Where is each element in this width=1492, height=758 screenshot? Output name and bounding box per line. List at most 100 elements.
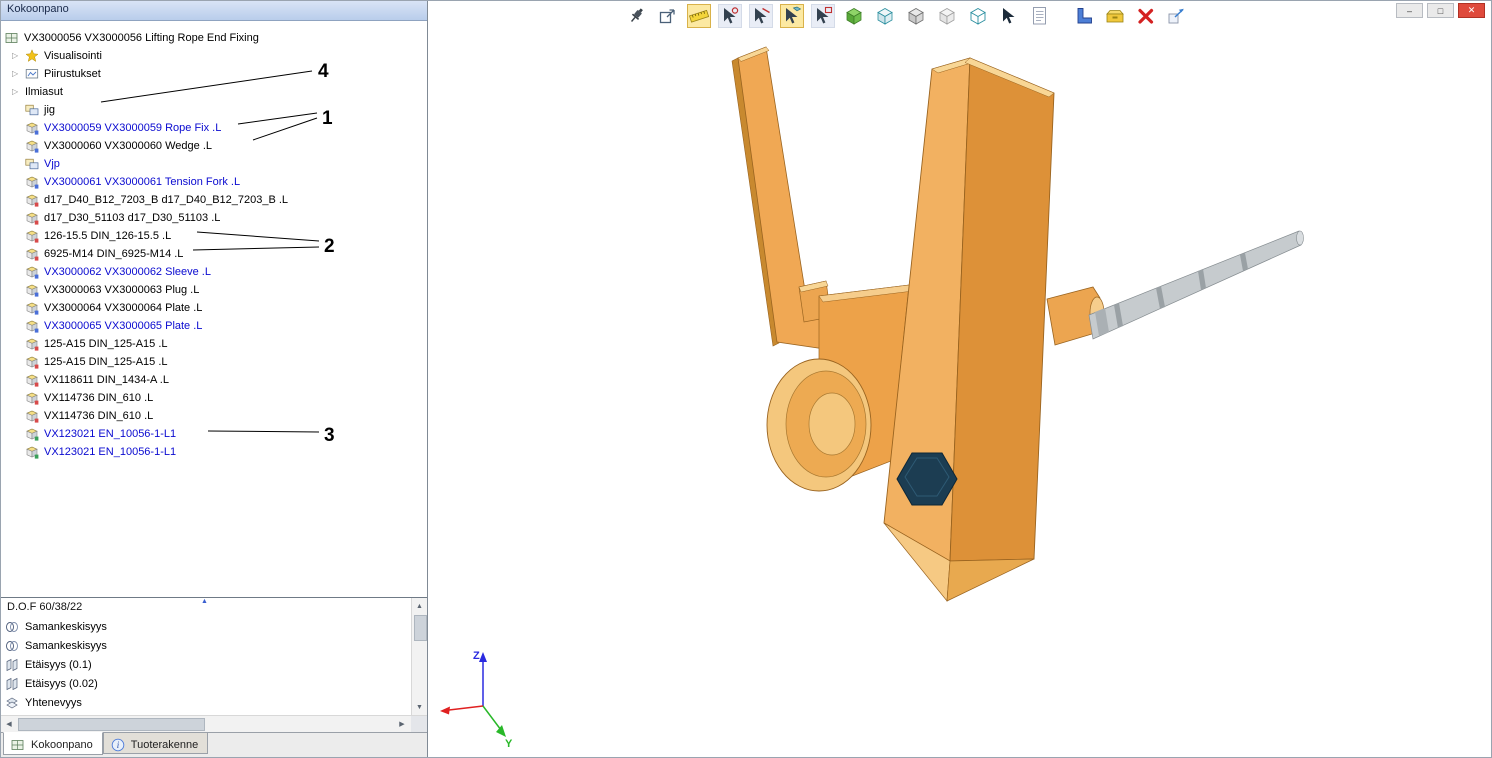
axis-z-label: Z <box>473 650 480 662</box>
shaded-edges-view-icon[interactable] <box>873 4 897 28</box>
coordinate-triad: Z Y <box>435 646 535 751</box>
tree-item[interactable]: VX3000059 VX3000059 Rope Fix .L <box>1 119 427 137</box>
tree-item[interactable]: 6925-M14 DIN_6925-M14 .L <box>1 245 427 263</box>
select-edge-icon[interactable] <box>749 4 773 28</box>
tree-item[interactable]: VX3000061 VX3000061 Tension Fork .L <box>1 173 427 191</box>
scroll-up-button[interactable]: ▲ <box>412 598 427 614</box>
hidden-lines-view-icon[interactable] <box>904 4 928 28</box>
tree-item-label: VX3000056 VX3000056 Lifting Rope End Fix… <box>24 32 259 44</box>
constraint-item[interactable]: Samankeskisyys <box>1 636 427 655</box>
constraint-label: Samankeskisyys <box>25 640 107 652</box>
tab-label: Tuoterakenne <box>131 739 198 751</box>
part-din-icon <box>25 193 41 207</box>
expand-arrow-icon[interactable]: ▷ <box>12 52 25 60</box>
select-part-icon[interactable] <box>811 4 835 28</box>
model-left-plate[interactable] <box>732 47 831 349</box>
select-face-icon[interactable] <box>780 4 804 28</box>
select-pointer-icon[interactable] <box>997 4 1021 28</box>
tree-item-label: d17_D30_51103 d17_D30_51103 .L <box>44 212 220 224</box>
tree-item-label: jig <box>44 104 55 116</box>
scroll-thumb-horizontal[interactable] <box>18 718 205 731</box>
shaded-view-icon[interactable] <box>842 4 866 28</box>
tree-item[interactable]: VX123021 EN_10056-1-L1 <box>1 425 427 443</box>
distance-constraint-icon <box>5 658 22 672</box>
tree-item-label: VX3000060 VX3000060 Wedge .L <box>44 140 212 152</box>
export-icon[interactable] <box>1165 4 1189 28</box>
info-icon: i <box>111 738 127 752</box>
tree-item[interactable]: 126-15.5 DIN_126-15.5 .L <box>1 227 427 245</box>
assembly-tree: VX3000056 VX3000056 Lifting Rope End Fix… <box>1 21 427 597</box>
constraint-item[interactable]: Samankeskisyys <box>1 617 427 636</box>
tab-kokoonpano[interactable]: Kokoonpano <box>3 732 103 755</box>
expand-arrow-icon[interactable]: ▷ <box>12 88 25 96</box>
tree-item[interactable]: d17_D30_51103 d17_D30_51103 .L <box>1 209 427 227</box>
tree-item[interactable]: VX123021 EN_10056-1-L1 <box>1 443 427 461</box>
viewport-3d[interactable]: Z Y <box>429 1 1492 758</box>
profile-icon <box>25 427 41 441</box>
concentric-constraint-icon <box>5 620 22 634</box>
constraint-item[interactable]: Etäisyys (0.1) <box>1 655 427 674</box>
bottom-tab-bar: Kokoonpano i Tuoterakenne <box>1 732 427 758</box>
assembly-icon <box>5 31 21 45</box>
select-vertex-icon[interactable] <box>718 4 742 28</box>
tree-item[interactable]: VX114736 DIN_610 .L <box>1 407 427 425</box>
tree-item-label: VX123021 EN_10056-1-L1 <box>44 428 176 440</box>
tree-item-label: VX3000059 VX3000059 Rope Fix .L <box>44 122 221 134</box>
hidden-removed-view-icon[interactable] <box>935 4 959 28</box>
scroll-right-button[interactable]: ▶ <box>394 716 410 732</box>
tree-item[interactable]: VX3000063 VX3000063 Plug .L <box>1 281 427 299</box>
drawing-icon <box>25 67 41 81</box>
tree-item-label: 125-A15 DIN_125-A15 .L <box>44 356 168 368</box>
constraint-label: Yhtenevyys <box>25 697 82 709</box>
model-angle-bar[interactable] <box>884 58 1054 601</box>
constraint-list: Samankeskisyys Samankeskisyys Etäisyys (0.… <box>1 617 427 712</box>
tree-item[interactable]: VX3000062 VX3000062 Sleeve .L <box>1 263 427 281</box>
tree-item[interactable]: VX3000064 VX3000064 Plate .L <box>1 299 427 317</box>
tree-item[interactable]: ▷Visualisointi <box>1 47 427 65</box>
pin-icon[interactable] <box>625 4 649 28</box>
part-icon <box>25 301 41 315</box>
model-threaded-rod[interactable] <box>1089 231 1304 339</box>
part-din-icon <box>25 211 41 225</box>
measure-icon[interactable] <box>687 4 711 28</box>
delete-icon[interactable] <box>1134 4 1158 28</box>
splitter-handle[interactable]: ▲ <box>201 598 208 605</box>
tree-item[interactable]: 125-A15 DIN_125-A15 .L <box>1 335 427 353</box>
scroll-thumb[interactable] <box>414 615 427 641</box>
scroll-down-button[interactable]: ▼ <box>412 699 427 715</box>
expand-arrow-icon[interactable]: ▷ <box>12 70 25 78</box>
tree-item[interactable]: ▷Ilmiasut <box>1 83 427 101</box>
part-din-icon <box>25 229 41 243</box>
library-drawer-icon[interactable] <box>1103 4 1127 28</box>
constraint-item[interactable]: Etäisyys (0.02) <box>1 674 427 693</box>
vertical-scrollbar[interactable]: ▲ ▼ <box>411 598 427 715</box>
scroll-left-button[interactable]: ◀ <box>1 716 17 732</box>
horizontal-scrollbar[interactable]: ◀ ▶ <box>1 715 427 732</box>
part-list-icon[interactable] <box>1028 4 1052 28</box>
distance-constraint-icon <box>5 677 22 691</box>
tab-tuoterakenne[interactable]: i Tuoterakenne <box>103 733 208 754</box>
tree-item[interactable]: 125-A15 DIN_125-A15 .L <box>1 353 427 371</box>
tree-item[interactable]: VX114736 DIN_610 .L <box>1 389 427 407</box>
tree-item-label: VX118611 DIN_1434-A .L <box>44 374 169 386</box>
maximize-button[interactable]: □ <box>1427 3 1454 18</box>
part-icon <box>25 319 41 333</box>
tree-item[interactable]: jig <box>1 101 427 119</box>
wireframe-view-icon[interactable] <box>966 4 990 28</box>
tree-item[interactable]: VX3000056 VX3000056 Lifting Rope End Fix… <box>1 29 427 47</box>
subassembly-icon <box>25 157 41 171</box>
tree-item[interactable]: VX3000065 VX3000065 Plate .L <box>1 317 427 335</box>
tree-item[interactable]: ▷Piirustukset <box>1 65 427 83</box>
tree-item[interactable]: VX3000060 VX3000060 Wedge .L <box>1 137 427 155</box>
minimize-button[interactable]: – <box>1396 3 1423 18</box>
tree-item[interactable]: d17_D40_B12_7203_B d17_D40_B12_7203_B .L <box>1 191 427 209</box>
profile-tool-icon[interactable] <box>1072 4 1096 28</box>
constraints-panel: ▲ D.O.F 60/38/22 SamankeskisyysSamankesk… <box>1 597 427 715</box>
constraint-item[interactable]: Yhtenevyys <box>1 693 427 712</box>
zoom-extents-icon[interactable] <box>656 4 680 28</box>
tree-item[interactable]: Vjp <box>1 155 427 173</box>
assembly-panel: Kokoonpano VX3000056 VX3000056 Lifting R… <box>1 1 428 758</box>
close-button[interactable]: ✕ <box>1458 3 1485 18</box>
tree-item[interactable]: VX118611 DIN_1434-A .L <box>1 371 427 389</box>
part-din-icon <box>25 409 41 423</box>
